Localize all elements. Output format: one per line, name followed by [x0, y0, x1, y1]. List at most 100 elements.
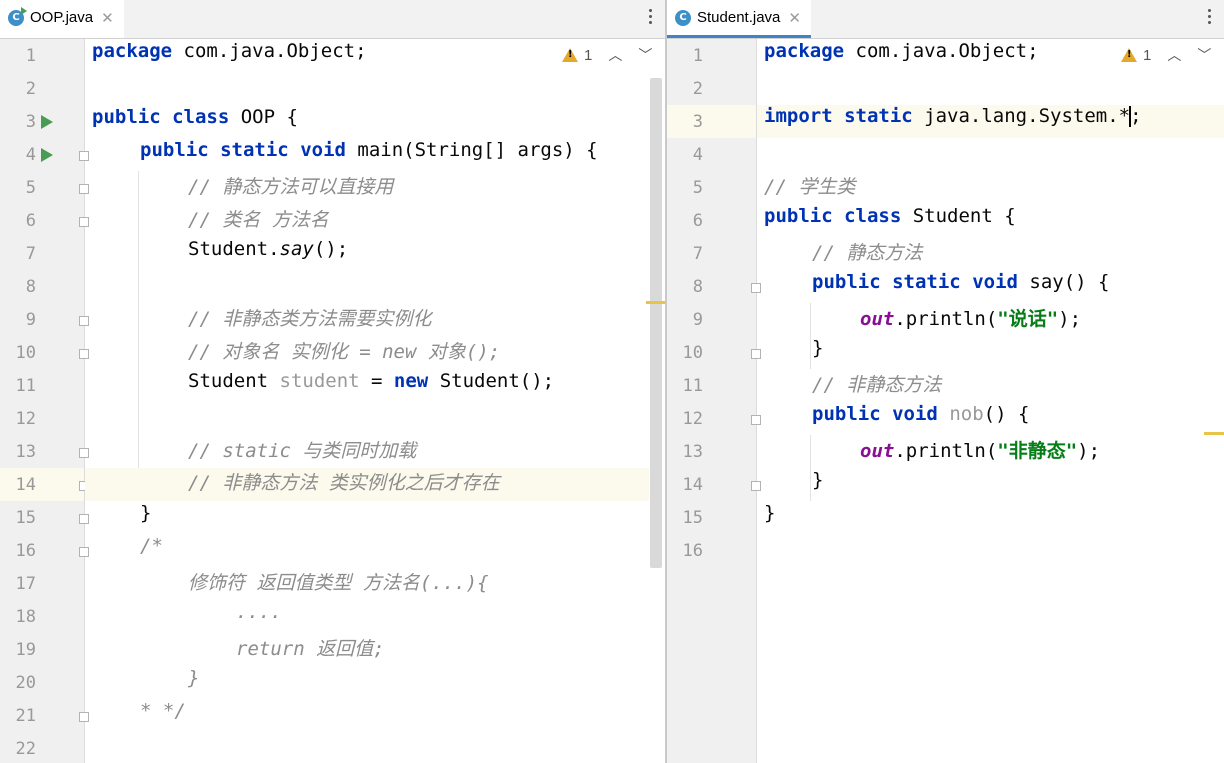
code-comment: * */ — [140, 700, 186, 722]
line-number: 1 — [25, 46, 36, 66]
inspection-widget[interactable]: 1 ︿ ﹀ — [562, 45, 652, 65]
close-icon[interactable]: ✕ — [101, 9, 114, 27]
code-line: out.println("说话"); — [860, 308, 1082, 330]
line-number: 15 — [682, 508, 703, 528]
vertical-scrollbar[interactable] — [650, 78, 662, 568]
code-comment: // 静态方法可以直接用 — [188, 176, 394, 198]
line-number: 4 — [25, 145, 36, 165]
close-icon[interactable]: ✕ — [788, 9, 801, 27]
line-number: 14 — [15, 475, 36, 495]
code-line: public class Student { — [764, 205, 1016, 227]
warning-icon — [562, 48, 578, 62]
code-comment: // 静态方法 — [812, 242, 923, 264]
left-editor-pane: C OOP.java ✕ 1 2 3 4 5 6 7 8 9 10 11 12 … — [0, 0, 665, 763]
code-line: public void nob() { — [812, 403, 1030, 425]
left-code-editor[interactable]: package com.java.Object; public class OO… — [85, 39, 665, 763]
code-comment: return 返回值; — [236, 638, 385, 660]
line-number: 10 — [15, 343, 36, 363]
line-number: 3 — [25, 112, 36, 132]
line-number: 5 — [25, 178, 36, 198]
more-options-icon[interactable] — [1208, 9, 1212, 24]
current-line: import static java.lang.System.*; — [757, 105, 1224, 138]
warning-stripe-marker[interactable] — [646, 301, 665, 304]
right-code-editor[interactable]: package com.java.Object; import static j… — [757, 39, 1224, 763]
line-number: 2 — [25, 79, 36, 99]
code-line: out.println("非静态"); — [860, 440, 1101, 462]
line-number: 7 — [692, 244, 703, 264]
code-line: } — [140, 502, 152, 524]
line-number: 12 — [15, 409, 36, 429]
left-tab-bar: C OOP.java ✕ — [0, 0, 665, 39]
tab-label: Student.java — [697, 9, 781, 26]
warning-count: 1 — [584, 46, 593, 64]
line-number: 3 — [692, 112, 703, 132]
line-number: 20 — [15, 673, 36, 693]
code-comment: // static 与类同时加载 — [188, 440, 417, 462]
chevron-up-icon[interactable]: ︿ — [608, 45, 622, 65]
code-comment: 修饰符 返回值类型 方法名(...){ — [188, 572, 489, 594]
inspection-widget[interactable]: 1 ︿ ﹀ — [1121, 45, 1211, 65]
code-comment: /* — [140, 535, 163, 557]
line-number: 19 — [15, 640, 36, 660]
line-number: 17 — [15, 574, 36, 594]
run-class-icon[interactable] — [41, 115, 53, 129]
code-line: Student student = new Student(); — [188, 370, 555, 392]
tab-label: OOP.java — [30, 9, 94, 26]
code-comment: // 非静态方法 — [812, 374, 942, 396]
code-comment: // 学生类 — [764, 176, 856, 198]
code-comment: .... — [236, 601, 282, 623]
chevron-down-icon[interactable]: ﹀ — [1197, 45, 1211, 65]
code-line: public static void main(String[] args) { — [140, 139, 598, 161]
code-line: Student.say(); — [188, 238, 349, 260]
line-number: 16 — [15, 541, 36, 561]
more-options-icon[interactable] — [649, 9, 653, 24]
line-number: 15 — [15, 508, 36, 528]
line-number: 6 — [25, 211, 36, 231]
line-number: 11 — [682, 376, 703, 396]
chevron-up-icon[interactable]: ︿ — [1167, 45, 1181, 65]
code-line: public class OOP { — [92, 106, 298, 128]
left-gutter[interactable]: 1 2 3 4 5 6 7 8 9 10 11 12 13 14 15 16 1… — [0, 39, 89, 763]
java-class-icon: C — [8, 6, 27, 26]
line-number: 9 — [25, 310, 36, 330]
java-class-icon: C — [675, 9, 691, 26]
line-number: 14 — [682, 475, 703, 495]
tab-student-java[interactable]: C Student.java ✕ — [667, 0, 811, 38]
code-comment: // 非静态类方法需要实例化 — [188, 308, 432, 330]
line-number: 2 — [692, 79, 703, 99]
line-number: 1 — [692, 46, 703, 66]
warning-count: 1 — [1143, 46, 1152, 64]
warning-stripe-marker[interactable] — [1204, 432, 1224, 435]
code-line: } — [812, 337, 824, 359]
line-number: 16 — [682, 541, 703, 561]
line-number: 18 — [15, 607, 36, 627]
code-line: public static void say() { — [812, 271, 1110, 293]
line-number: 11 — [15, 376, 36, 396]
code-line: } — [764, 502, 776, 524]
right-editor-pane: C Student.java ✕ 1 2 3 4 5 6 7 8 9 10 11… — [667, 0, 1224, 763]
code-comment: // 类名 方法名 — [188, 209, 329, 231]
line-number: 8 — [692, 277, 703, 297]
line-number: 7 — [25, 244, 36, 264]
line-number: 21 — [15, 706, 36, 726]
line-number: 22 — [15, 739, 36, 759]
right-tab-bar: C Student.java ✕ — [667, 0, 1224, 39]
code-line: } — [812, 469, 824, 491]
line-number: 13 — [15, 442, 36, 462]
line-number: 9 — [692, 310, 703, 330]
current-line: // 非静态方法 类实例化之后才存在 — [85, 468, 649, 501]
line-number: 5 — [692, 178, 703, 198]
line-number: 13 — [682, 442, 703, 462]
code-comment: } — [188, 667, 200, 689]
line-number: 10 — [682, 343, 703, 363]
line-number: 4 — [692, 145, 703, 165]
warning-icon — [1121, 48, 1137, 62]
line-number: 8 — [25, 277, 36, 297]
tab-oop-java[interactable]: C OOP.java ✕ — [0, 0, 124, 38]
run-main-icon[interactable] — [41, 148, 53, 162]
right-gutter[interactable]: 1 2 3 4 5 6 7 8 9 10 11 12 13 14 15 16 — [667, 39, 761, 763]
code-comment: // 对象名 实例化 = new 对象(); — [188, 341, 501, 363]
line-number: 12 — [682, 409, 703, 429]
chevron-down-icon[interactable]: ﹀ — [638, 45, 652, 65]
line-number: 6 — [692, 211, 703, 231]
